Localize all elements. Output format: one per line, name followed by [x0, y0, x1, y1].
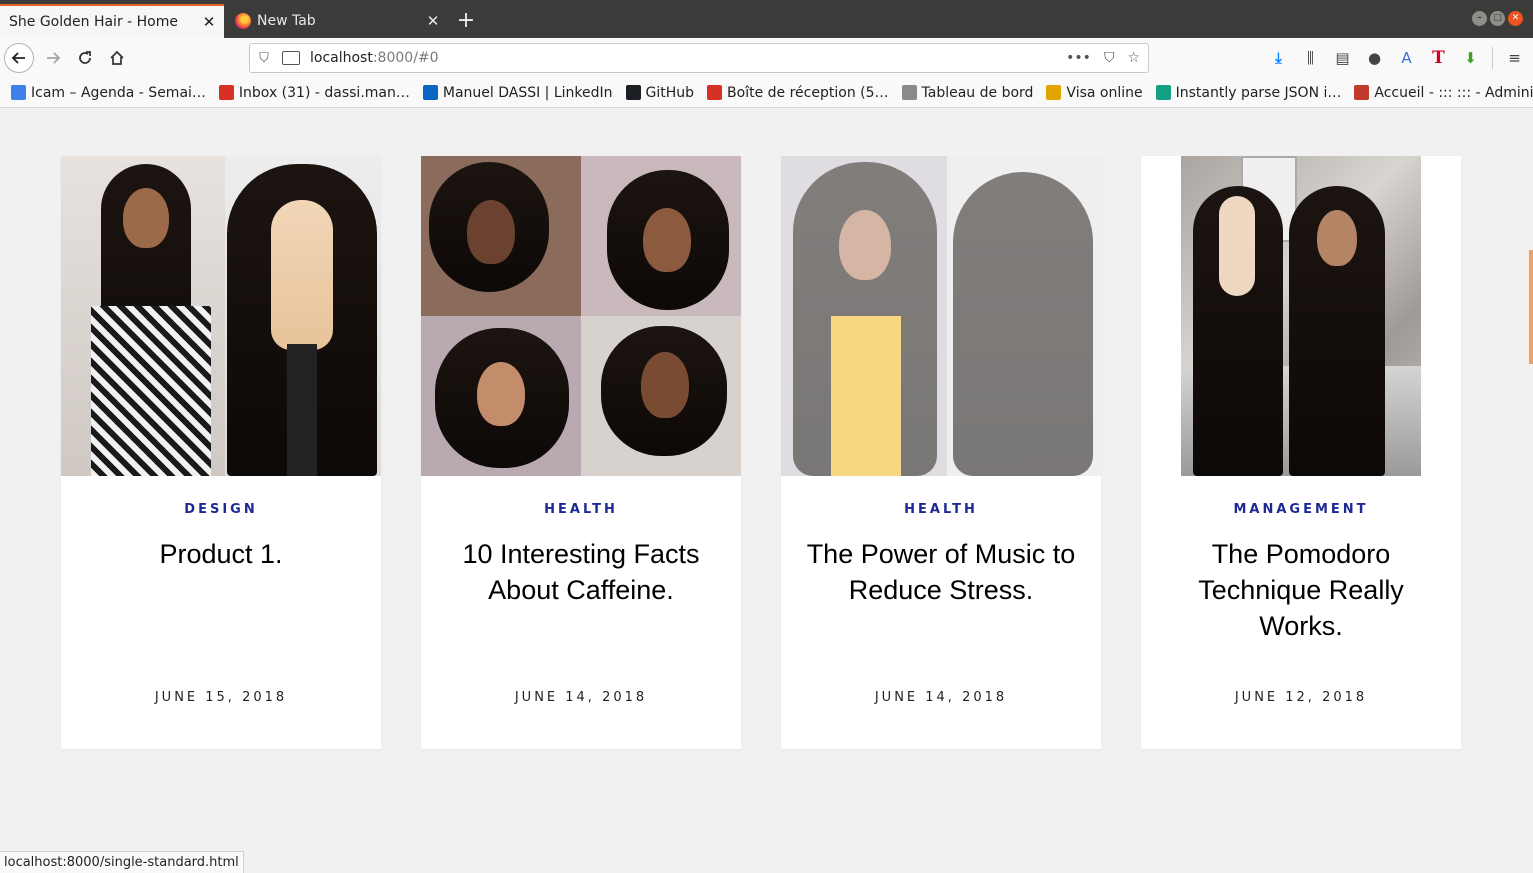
tab-title: She Golden Hair - Home — [9, 14, 178, 30]
page-actions-icon[interactable]: ••• — [1066, 50, 1091, 66]
post-category[interactable]: HEALTH — [421, 502, 741, 517]
library-icon[interactable]: ⫼ — [1300, 48, 1321, 69]
post-card[interactable]: MANAGEMENT The Pomodoro Technique Really… — [1141, 156, 1461, 749]
extension-download-icon[interactable]: ⬇ — [1460, 48, 1481, 69]
close-tab-icon[interactable]: ✕ — [418, 12, 448, 30]
post-card[interactable]: HEALTH The Power of Music to Reduce Stre… — [781, 156, 1101, 749]
post-title[interactable]: The Power of Music to Reduce Stress. — [801, 536, 1081, 608]
bookmark-item[interactable]: Visa online — [1046, 84, 1143, 101]
linkedin-icon — [422, 85, 438, 100]
bookmark-label: Instantly parse JSON i… — [1175, 84, 1342, 101]
pocket-icon[interactable]: ⛉ — [1104, 50, 1115, 66]
forward-button[interactable] — [38, 43, 68, 73]
tab-title: New Tab — [257, 13, 316, 29]
bookmark-item[interactable]: Tableau de bord — [901, 84, 1034, 101]
address-bar[interactable]: ⛉ localhost:8000/#0 ••• ⛉ ☆ — [249, 43, 1149, 73]
post-title[interactable]: The Pomodoro Technique Really Works. — [1161, 536, 1441, 644]
reload-icon — [79, 51, 91, 64]
dashboard-icon — [901, 85, 917, 100]
post-date: JUNE 14, 2018 — [874, 690, 1008, 705]
extension-t-icon[interactable]: T — [1428, 48, 1449, 69]
maximize-icon[interactable]: □ — [1490, 11, 1505, 26]
minimize-icon[interactable]: – — [1472, 11, 1487, 26]
account-icon[interactable]: ● — [1364, 48, 1385, 69]
post-thumbnail[interactable] — [61, 156, 381, 476]
bookmark-label: Icam – Agenda - Semai… — [31, 84, 206, 101]
visa-icon — [1046, 85, 1062, 100]
post-title[interactable]: Product 1. — [81, 536, 361, 572]
post-title[interactable]: 10 Interesting Facts About Caffeine. — [441, 536, 721, 608]
bookmark-star-icon[interactable]: ☆ — [1127, 50, 1140, 66]
menu-icon[interactable]: ≡ — [1504, 48, 1525, 69]
bookmarks-toolbar: Icam – Agenda - Semai… Inbox (31) - dassi… — [0, 78, 1533, 108]
post-category[interactable]: DESIGN — [61, 502, 381, 517]
quicktype-icon — [1155, 85, 1171, 100]
scroll-indicator[interactable] — [1529, 250, 1533, 364]
bookmark-item[interactable]: GitHub — [625, 84, 695, 101]
github-icon — [625, 85, 641, 100]
post-thumbnail[interactable] — [781, 156, 1101, 476]
tracking-shield-icon[interactable]: ⛉ — [250, 51, 278, 66]
post-category[interactable]: MANAGEMENT — [1141, 502, 1461, 517]
tab-she-golden-hair[interactable]: She Golden Hair - Home ✕ — [0, 4, 224, 38]
window-controls: – □ ✕ — [1472, 11, 1523, 26]
toolbar-separator — [1492, 47, 1493, 69]
bookmark-item[interactable]: Boîte de réception (5… — [707, 84, 889, 101]
bookmark-label: Tableau de bord — [921, 84, 1034, 101]
bookmark-label: Visa online — [1066, 84, 1143, 101]
post-date: JUNE 15, 2018 — [154, 690, 288, 705]
bookmark-label: Accueil - ::: ::: - Admini… — [1374, 84, 1533, 101]
gmail-icon — [707, 85, 723, 100]
bookmark-label: Manuel DASSI | LinkedIn — [442, 84, 613, 101]
bookmark-item[interactable]: Instantly parse JSON i… — [1155, 84, 1342, 101]
translate-icon[interactable]: A — [1396, 48, 1417, 69]
tab-strip: She Golden Hair - Home ✕ New Tab ✕ + – □… — [0, 0, 1533, 38]
back-button[interactable] — [4, 43, 34, 73]
post-date: JUNE 14, 2018 — [514, 690, 648, 705]
page-content: DESIGN Product 1. JUNE 15, 2018 HEALTH 1… — [0, 108, 1533, 873]
bookmark-item[interactable]: Manuel DASSI | LinkedIn — [422, 84, 613, 101]
downloads-icon[interactable]: ⤓ — [1268, 48, 1289, 69]
home-button[interactable] — [102, 43, 132, 73]
arrow-left-icon — [11, 52, 25, 64]
page-info-icon[interactable] — [282, 51, 300, 65]
bookmark-item[interactable]: Accueil - ::: ::: - Admini… — [1354, 85, 1533, 101]
status-bar: localhost:8000/single-standard.html — [0, 851, 244, 873]
home-icon — [110, 50, 124, 65]
post-thumbnail[interactable] — [1141, 156, 1461, 476]
post-date: JUNE 12, 2018 — [1234, 690, 1368, 705]
navigation-toolbar: ⛉ localhost:8000/#0 ••• ⛉ ☆ ⤓ ⫼ ▤ ● A T … — [0, 38, 1533, 78]
calendar-icon — [11, 85, 26, 100]
admin-icon — [1354, 85, 1370, 100]
bookmark-label: GitHub — [645, 84, 695, 101]
gmail-icon — [218, 85, 234, 100]
bookmark-label: Boîte de réception (5… — [727, 84, 889, 101]
post-card[interactable]: HEALTH 10 Interesting Facts About Caffei… — [421, 156, 741, 749]
toolbar-icons: ⤓ ⫼ ▤ ● A T ⬇ ≡ — [1268, 47, 1525, 69]
tab-new-tab[interactable]: New Tab ✕ — [224, 4, 448, 38]
close-window-icon[interactable]: ✕ — [1508, 11, 1523, 26]
reload-button[interactable] — [70, 43, 100, 73]
post-card[interactable]: DESIGN Product 1. JUNE 15, 2018 — [61, 156, 381, 749]
post-category[interactable]: HEALTH — [781, 502, 1101, 517]
firefox-icon — [235, 13, 251, 29]
new-tab-button[interactable]: + — [452, 6, 480, 36]
bookmark-item[interactable]: Inbox (31) - dassi.man… — [218, 84, 410, 101]
arrow-right-icon — [47, 52, 61, 64]
close-tab-icon[interactable]: ✕ — [194, 13, 224, 31]
url-text[interactable]: localhost:8000/#0 — [310, 50, 1066, 66]
post-thumbnail[interactable] — [421, 156, 741, 476]
sidebar-icon[interactable]: ▤ — [1332, 48, 1353, 69]
bookmark-item[interactable]: Icam – Agenda - Semai… — [11, 85, 206, 101]
bookmark-label: Inbox (31) - dassi.man… — [238, 84, 410, 101]
